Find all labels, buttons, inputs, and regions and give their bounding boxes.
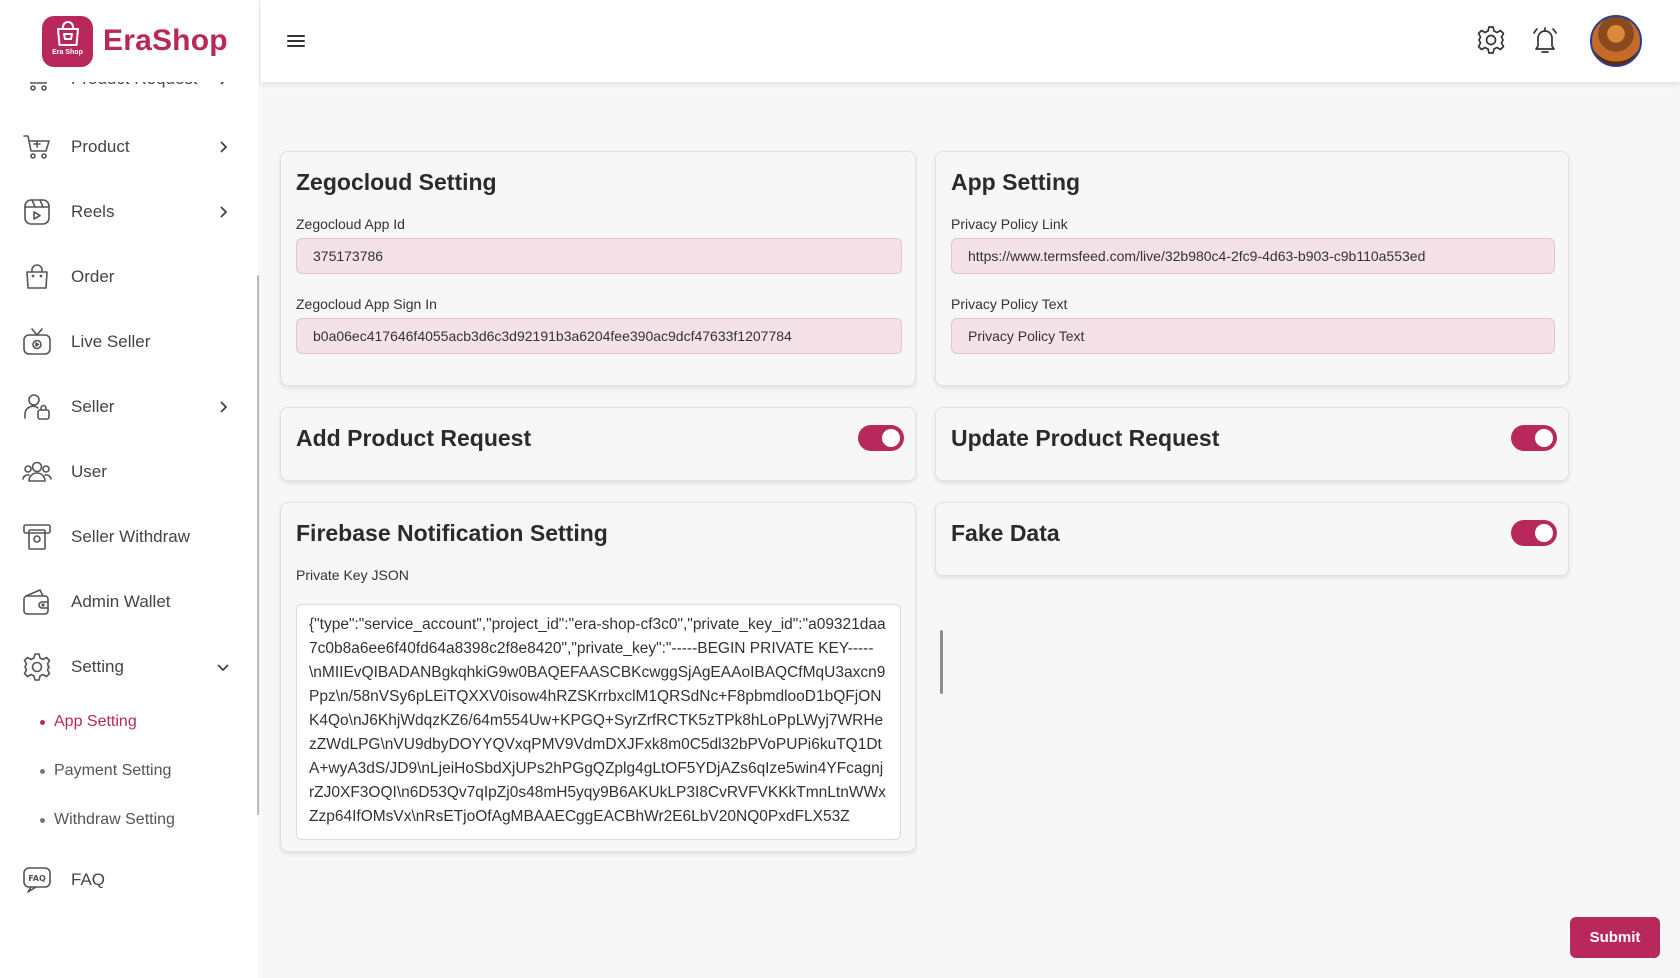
bell-icon[interactable]	[1529, 24, 1561, 56]
gear-icon[interactable]	[1475, 24, 1507, 56]
reels-icon	[20, 195, 54, 229]
submit-button[interactable]: Submit	[1570, 917, 1660, 958]
card-title: Firebase Notification Setting	[296, 520, 608, 546]
fake-data-card: Fake Data	[935, 502, 1569, 576]
chevron-right-icon	[220, 206, 228, 218]
field-label: Zegocloud App Id	[296, 216, 405, 232]
app-setting-card: App Setting Privacy Policy Link Privacy …	[935, 151, 1569, 386]
sidebar-item-seller[interactable]: Seller	[0, 382, 258, 432]
gear-icon	[20, 650, 54, 684]
chevron-down-icon	[217, 664, 229, 672]
brand-logo-text: Era Shop	[52, 49, 83, 56]
zegocloud-app-id-input[interactable]	[296, 238, 902, 274]
sidebar-item-seller-withdraw[interactable]: Seller Withdraw	[0, 512, 258, 562]
toggle-knob	[882, 429, 900, 447]
avatar[interactable]	[1590, 15, 1642, 67]
firebase-notification-setting-card: Firebase Notification Setting Private Ke…	[280, 502, 916, 852]
sidebar-item-admin-wallet[interactable]: Admin Wallet	[0, 577, 258, 627]
cart-icon	[20, 130, 54, 164]
field-label: Privacy Policy Text	[951, 296, 1068, 312]
fake-data-toggle[interactable]	[1511, 520, 1557, 546]
svg-text:FAQ: FAQ	[28, 874, 46, 883]
add-product-request-card: Add Product Request	[280, 407, 916, 481]
sidebar-subitem-label: Withdraw Setting	[54, 811, 175, 828]
wallet-icon	[20, 585, 54, 619]
sidebar-item-product[interactable]: Product	[0, 122, 258, 172]
card-title: Add Product Request	[296, 425, 532, 451]
chevron-right-icon	[220, 401, 228, 413]
sidebar-item-label: Setting	[71, 657, 124, 676]
sidebar-item-label: Reels	[71, 202, 115, 221]
add-product-request-toggle[interactable]	[858, 425, 904, 451]
sidebar-item-label: Order	[71, 267, 115, 286]
zegocloud-app-sign-in-input[interactable]	[296, 318, 902, 354]
seller-icon	[20, 390, 54, 424]
card-title: Fake Data	[951, 520, 1060, 546]
sidebar-item-label: Seller Withdraw	[71, 527, 191, 546]
shopping-bag-icon	[56, 21, 79, 46]
bullet-dot	[40, 817, 45, 823]
users-icon	[20, 455, 54, 489]
card-title: Update Product Request	[951, 425, 1220, 451]
field-label: Private Key JSON	[296, 567, 409, 583]
field-label: Privacy Policy Link	[951, 216, 1068, 232]
sidebar-subitem-label: App Setting	[54, 713, 137, 730]
bag-icon	[20, 260, 54, 294]
update-product-request-card: Update Product Request	[935, 407, 1569, 481]
zegocloud-setting-card: Zegocloud Setting Zegocloud App Id Zegoc…	[280, 151, 916, 386]
sidebar-subitem-label: Payment Setting	[54, 762, 172, 779]
field-label: Zegocloud App Sign In	[296, 296, 437, 312]
sidebar-item-label: Live Seller	[71, 332, 151, 351]
sidebar-item-label: FAQ	[71, 870, 106, 889]
toggle-knob	[1535, 524, 1553, 542]
brand-logo: Era Shop	[42, 15, 93, 67]
sidebar-item-setting[interactable]: Setting	[0, 642, 258, 692]
sidebar-item-label: User	[71, 462, 107, 481]
card-title: App Setting	[951, 169, 1081, 195]
main-content: Zegocloud Setting Zegocloud App Id Zegoc…	[261, 82, 1680, 978]
top-header	[261, 0, 1680, 82]
sidebar-item-faq[interactable]: FAQ FAQ	[0, 855, 258, 905]
tv-icon	[20, 325, 54, 359]
sidebar-subitem-payment-setting[interactable]: Payment Setting	[40, 756, 171, 786]
privacy-policy-link-input[interactable]	[951, 238, 1555, 274]
sidebar-subitem-withdraw-setting[interactable]: Withdraw Setting	[40, 805, 175, 835]
faq-icon: FAQ	[20, 863, 54, 897]
sidebar-item-label: Product	[71, 137, 130, 156]
sidebar-item-reels[interactable]: Reels	[0, 187, 258, 237]
sidebar-subitem-app-setting[interactable]: App Setting	[40, 707, 137, 737]
card-title: Zegocloud Setting	[296, 169, 497, 195]
json-textarea-scrollbar[interactable]	[940, 630, 943, 694]
sidebar-item-user[interactable]: User	[0, 447, 258, 497]
sidebar-scrollbar[interactable]	[257, 275, 259, 815]
menu-icon[interactable]	[285, 30, 307, 52]
atm-icon	[20, 520, 54, 554]
sidebar-item-order[interactable]: Order	[0, 252, 258, 302]
toggle-knob	[1535, 429, 1553, 447]
bullet-dot	[40, 719, 45, 725]
brand[interactable]: Era Shop EraShop	[0, 0, 259, 82]
chevron-right-icon	[220, 141, 228, 153]
private-key-json-textarea[interactable]: {"type":"service_account","project_id":"…	[296, 604, 901, 840]
bullet-dot	[40, 768, 45, 774]
update-product-request-toggle[interactable]	[1511, 425, 1557, 451]
sidebar-item-label: Seller	[71, 397, 115, 416]
sidebar: Product Request Product Reels	[0, 0, 260, 978]
app-root: Product Request Product Reels	[0, 0, 1680, 978]
sidebar-item-live-seller[interactable]: Live Seller	[0, 317, 258, 367]
privacy-policy-text-input[interactable]	[951, 318, 1555, 354]
brand-name: EraShop	[103, 24, 228, 57]
sidebar-item-label: Admin Wallet	[71, 592, 171, 611]
